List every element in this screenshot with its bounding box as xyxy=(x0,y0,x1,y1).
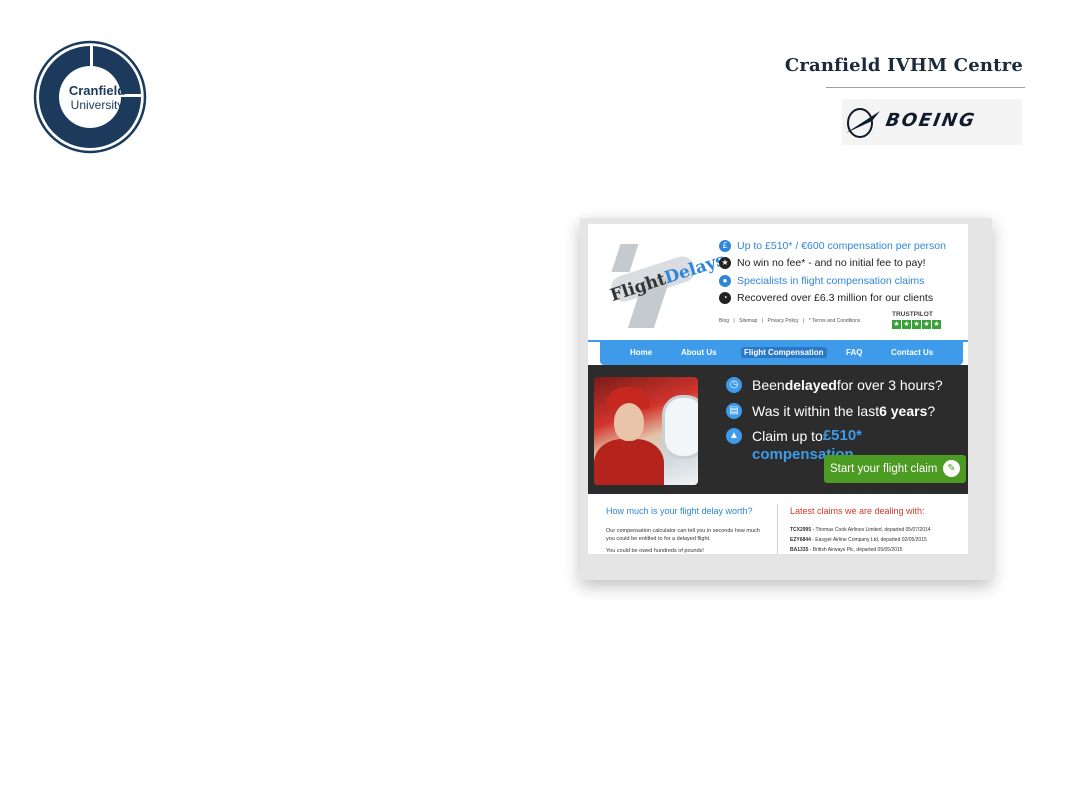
link-privacy-policy[interactable]: Privacy Policy xyxy=(768,318,799,324)
header-links: Blog | Sitemap | Privacy Policy | * Term… xyxy=(719,318,863,324)
nav-contact-us[interactable]: Contact Us xyxy=(888,347,936,358)
calendar-icon: ▤ xyxy=(726,403,742,419)
title-divider xyxy=(826,87,1025,88)
boeing-logo: BOEING xyxy=(842,99,1022,145)
university-name-line1: Cranfield xyxy=(68,83,126,98)
pie-icon: ◔ xyxy=(719,292,731,305)
claim-code: EZY6844 xyxy=(790,537,811,543)
q1-post: for over 3 hours? xyxy=(836,377,943,393)
bullet-specialists: ● Specialists in flight compensation cla… xyxy=(719,272,959,290)
lower-section: How much is your flight delay worth? Our… xyxy=(588,494,968,554)
cta-label: Start your flight claim xyxy=(830,463,938,475)
claim-row: EZY6844 - Easyjet Airline Company Ltd, d… xyxy=(790,537,927,543)
hero-question-years: ▤ Was it within the last 6 years? xyxy=(726,403,935,419)
latest-claims-heading: Latest claims we are dealing with: xyxy=(790,506,925,516)
centre-title: Cranfield IVHM Centre xyxy=(784,55,1023,76)
bullet-text: Up to £510* / €600 compensation per pers… xyxy=(737,239,946,252)
link-sitemap[interactable]: Sitemap xyxy=(739,318,757,324)
boeing-symbol-icon xyxy=(846,108,880,138)
q2-pre: Was it within the last xyxy=(752,403,880,419)
bullet-recovered: ◔ Recovered over £6.3 million for our cl… xyxy=(719,290,959,308)
flight-delays-website-screenshot: FlightDelays £ Up to £510* / €600 compen… xyxy=(588,224,968,554)
calculator-text: Our compensation calculator can tell you… xyxy=(606,528,760,542)
claim-text: - British Airways Plc, departed 05/05/20… xyxy=(808,547,903,553)
trustpilot-stars: ★ ★ ★ ★ ★ xyxy=(892,320,942,329)
claim-row: TCX2995 - Thomas Cook Airlines Limited, … xyxy=(790,527,931,533)
calculator-text-2: You could be owed hundreds of pounds! xyxy=(606,548,704,554)
star-icon: ★ xyxy=(912,320,921,329)
q3-amount: £510* xyxy=(822,427,863,444)
star-icon: ★ xyxy=(922,320,931,329)
claim-text: - Thomas Cook Airlines Limited, departed… xyxy=(811,527,931,533)
calculator-heading: How much is your flight delay worth? xyxy=(606,506,753,516)
thumbs-up-icon: ▲ xyxy=(726,427,742,444)
claim-text: - Easyjet Airline Company Ltd, departed … xyxy=(810,537,927,543)
main-nav: Home About Us Flight Compensation FAQ Co… xyxy=(600,342,963,365)
trustpilot-label: TRUSTPILOT xyxy=(892,311,933,318)
nav-about-us[interactable]: About Us xyxy=(678,347,720,358)
nav-home[interactable]: Home xyxy=(627,347,655,358)
site-header: FlightDelays £ Up to £510* / €600 compen… xyxy=(588,224,968,340)
bullet-text: Recovered over £6.3 million for our clie… xyxy=(737,292,934,305)
university-name-line2: University xyxy=(70,98,124,112)
q2-bold: 6 years xyxy=(879,403,928,419)
logo-word-delays: Delays xyxy=(662,250,728,289)
flight-attendant-photo xyxy=(594,377,698,485)
university-wordmark: Cranfield University xyxy=(67,83,127,112)
star-icon: ★ xyxy=(892,320,901,329)
clock-icon: ◷ xyxy=(726,377,742,393)
plane-icon: FlightDelays xyxy=(596,238,728,328)
cranfield-university-logo: Cranfield University xyxy=(33,40,147,154)
bullet-text: No win no fee* - and no initial fee to p… xyxy=(737,257,926,270)
link-terms[interactable]: * Terms and Conditions xyxy=(809,318,861,324)
hero-claim-line: ▲ Claim up to £510* xyxy=(726,427,862,444)
star-icon: ★ xyxy=(932,320,941,329)
q3-pre: Claim up to xyxy=(752,427,823,444)
bullet-compensation: £ Up to £510* / €600 compensation per pe… xyxy=(719,237,959,255)
start-claim-button[interactable]: Start your flight claim ✎ xyxy=(824,455,966,483)
q2-post: ? xyxy=(927,403,936,419)
q1-pre: Been xyxy=(752,377,785,393)
link-separator: | xyxy=(761,318,764,324)
hero-question-delay: ◷ Been delayed for over 3 hours? xyxy=(726,377,943,393)
claim-row: BA1335 - British Airways Plc, departed 0… xyxy=(790,547,903,553)
star-icon: ★ xyxy=(719,257,731,270)
nav-flight-compensation[interactable]: Flight Compensation xyxy=(741,347,827,358)
nav-faq[interactable]: FAQ xyxy=(843,347,865,358)
boeing-wordmark: BOEING xyxy=(884,110,978,131)
link-separator: | xyxy=(733,318,735,324)
star-icon: ★ xyxy=(902,320,911,329)
bullet-no-win-no-fee: ★ No win no fee* - and no initial fee to… xyxy=(719,255,959,273)
link-blog[interactable]: Blog xyxy=(719,318,729,324)
link-separator: | xyxy=(803,318,805,324)
column-divider xyxy=(777,504,778,554)
feature-bullets: £ Up to £510* / €600 compensation per pe… xyxy=(719,237,959,307)
trustpilot-badge[interactable]: TRUSTPILOT ★ ★ ★ ★ ★ xyxy=(892,311,942,329)
claim-code: BA1335 xyxy=(790,547,809,553)
person-icon: ● xyxy=(719,274,731,287)
tag-icon: ✎ xyxy=(943,460,960,477)
hero-banner: ◷ Been delayed for over 3 hours? ▤ Was i… xyxy=(588,365,968,494)
q1-bold: delayed xyxy=(784,377,837,393)
bullet-text: Specialists in flight compensation claim… xyxy=(737,274,925,287)
claim-code: TCX2995 xyxy=(790,527,812,533)
pound-icon: £ xyxy=(719,239,731,252)
